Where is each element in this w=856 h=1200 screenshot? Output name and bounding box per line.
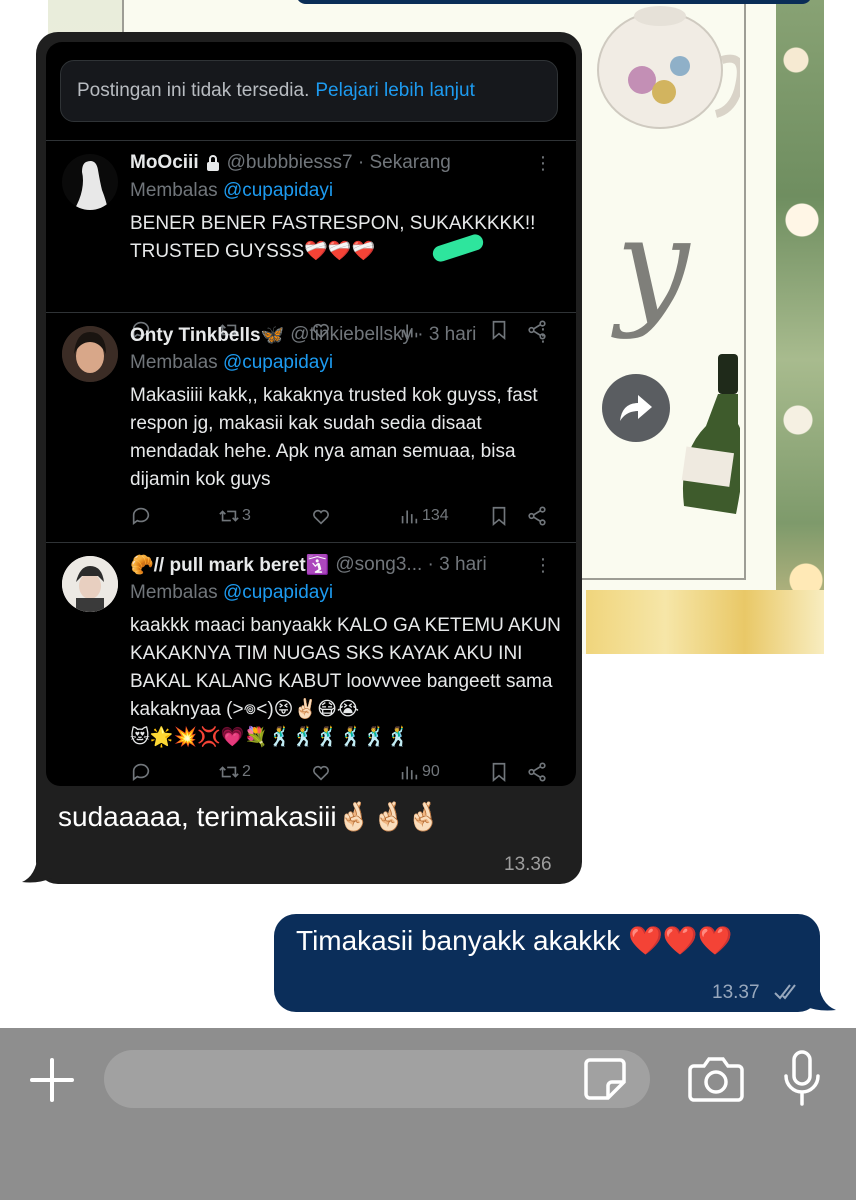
avatar[interactable]: [62, 556, 118, 612]
mention-link[interactable]: @cupapidayi: [223, 180, 333, 201]
sent-message-text: Timakasii banyakk akakkk ❤️❤️❤️: [296, 925, 733, 956]
reply-icon[interactable]: [130, 761, 152, 783]
tweet-header: 🥐// pull mark beret🛐 @song3... · 3 hari …: [130, 552, 562, 578]
bookmark-icon[interactable]: [488, 505, 510, 527]
more-icon[interactable]: ⋮: [534, 153, 552, 174]
reply-prefix: Membalas: [130, 352, 218, 373]
previous-sent-bubble: [296, 0, 812, 4]
learn-more-link[interactable]: Pelajari lebih lanjut: [315, 80, 475, 102]
reply-context: Membalas @cupapidayi: [130, 582, 333, 604]
plus-icon[interactable]: [28, 1056, 76, 1104]
embedded-tweet-thread[interactable]: Postingan ini tidak tersedia. Pelajari l…: [46, 42, 576, 786]
views-icon[interactable]: 90: [398, 761, 440, 783]
reply-context: Membalas @cupapidayi: [130, 352, 333, 374]
tweet-author-name[interactable]: 🥐// pull mark beret🛐: [130, 553, 329, 577]
sticker-icon[interactable]: [582, 1056, 628, 1102]
bookmark-icon[interactable]: [488, 761, 510, 783]
message-input[interactable]: [104, 1050, 650, 1108]
bubble-tail: [804, 980, 836, 1011]
tweet-actions: 3 134: [130, 502, 562, 530]
like-icon[interactable]: [310, 505, 332, 527]
tweet-actions: 2 90: [130, 758, 562, 786]
wallpaper-flowers: [776, 0, 824, 654]
lock-icon: [206, 155, 219, 171]
reply-context: Membalas @cupapidayi: [130, 180, 333, 202]
tweet-item[interactable]: Onty Tinkbells🦋 @tinkiebellsky · 3 hari …: [46, 312, 576, 542]
avatar[interactable]: [62, 154, 118, 210]
tweet-author-name[interactable]: Onty Tinkbells🦋: [130, 323, 284, 347]
unavailable-post-notice: Postingan ini tidak tersedia. Pelajari l…: [60, 60, 558, 122]
mention-link[interactable]: @cupapidayi: [223, 582, 333, 603]
bubble-tail: [22, 854, 52, 883]
mention-link[interactable]: @cupapidayi: [223, 352, 333, 373]
more-icon[interactable]: ⋮: [534, 325, 552, 346]
received-message-time: 13.36: [504, 854, 552, 875]
retweet-icon[interactable]: 3: [218, 505, 251, 527]
camera-icon[interactable]: [688, 1054, 744, 1104]
mic-icon[interactable]: [782, 1050, 822, 1108]
tweet-text: kaakkk maaci banyaakk KALO GA KETEMU AKU…: [130, 615, 561, 748]
received-message-text: sudaaaaa, terimakasiii🤞🏻🤞🏻🤞🏻: [58, 801, 442, 832]
tweet-handle[interactable]: @tinkiebellsky · 3 hari: [290, 324, 476, 346]
tweet-text: BENER BENER FASTRESPON, SUKAKKKKK!! TRUS…: [130, 213, 536, 262]
unavailable-text: Postingan ini tidak tersedia.: [77, 80, 310, 101]
views-icon[interactable]: 134: [398, 505, 449, 527]
teapot-illustration: [597, 6, 740, 129]
forward-button[interactable]: [602, 374, 670, 442]
like-icon[interactable]: [310, 761, 332, 783]
reply-prefix: Membalas: [130, 582, 218, 603]
wallpaper-script: y: [616, 189, 690, 341]
tweet-author-name[interactable]: MoOciii: [130, 152, 199, 174]
tweet-header: MoOciii @bubbbiesss7 · Sekarang ⋮: [130, 150, 562, 176]
retweet-icon[interactable]: 2: [218, 761, 251, 783]
avatar[interactable]: [62, 326, 118, 382]
tweet-handle[interactable]: @song3... · 3 hari: [335, 554, 486, 576]
tweet-item[interactable]: 🥐// pull mark beret🛐 @song3... · 3 hari …: [46, 542, 576, 786]
reply-icon[interactable]: [130, 505, 152, 527]
reply-prefix: Membalas: [130, 180, 218, 201]
sent-message-time: 13.37: [712, 982, 760, 1003]
share-icon[interactable]: [526, 505, 548, 527]
tweet-handle[interactable]: @bubbbiesss7 · Sekarang: [227, 152, 451, 174]
forward-icon: [620, 395, 652, 421]
tweet-text: Makasiiii kakk,, kakaknya trusted kok gu…: [130, 385, 543, 490]
read-ticks-icon: [774, 984, 796, 1000]
bottle-illustration: [681, 354, 740, 514]
wallpaper-bottom-flowers: [586, 590, 824, 654]
more-icon[interactable]: ⋮: [534, 555, 552, 576]
share-icon[interactable]: [526, 761, 548, 783]
tweet-header: Onty Tinkbells🦋 @tinkiebellsky · 3 hari …: [130, 322, 562, 348]
